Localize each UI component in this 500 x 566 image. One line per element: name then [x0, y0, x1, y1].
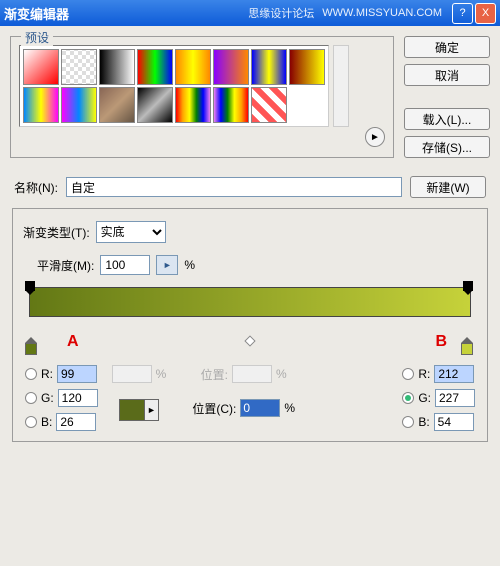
preset-swatch[interactable]: [99, 87, 135, 123]
preset-swatch[interactable]: [23, 49, 59, 85]
cancel-button[interactable]: 取消: [404, 64, 490, 86]
ok-button[interactable]: 确定: [404, 36, 490, 58]
annotation-a: A: [67, 333, 79, 351]
save-button[interactable]: 存储(S)...: [404, 136, 490, 158]
right-rgb: R: G: B:: [402, 365, 475, 431]
preset-group: 预设 ►: [10, 36, 394, 158]
new-button[interactable]: 新建(W): [410, 176, 486, 198]
name-input[interactable]: [66, 177, 402, 197]
close-button[interactable]: X: [475, 3, 496, 24]
right-g-radio[interactable]: [402, 392, 414, 404]
preset-swatch[interactable]: [137, 49, 173, 85]
preset-swatch[interactable]: [23, 87, 59, 123]
right-b-input[interactable]: [434, 413, 474, 431]
position-disabled: [232, 365, 272, 383]
midpoint-diamond[interactable]: [244, 335, 255, 346]
preset-swatch[interactable]: [175, 49, 211, 85]
annotation-b: B: [435, 333, 447, 351]
preset-scrollbar[interactable]: [333, 45, 349, 127]
preset-swatches[interactable]: [19, 45, 329, 127]
position-input[interactable]: [240, 399, 280, 417]
left-g-input[interactable]: [58, 389, 98, 407]
opacity-input-disabled: [112, 365, 152, 383]
opacity-stop-left[interactable]: [25, 281, 37, 295]
left-g-radio[interactable]: [25, 392, 37, 404]
gradient-ramp-area: A B: [23, 287, 477, 347]
preset-swatch[interactable]: [213, 49, 249, 85]
left-r-input[interactable]: [57, 365, 97, 383]
left-b-radio[interactable]: [25, 416, 37, 428]
smoothness-stepper[interactable]: ►: [156, 255, 178, 275]
right-b-radio[interactable]: [402, 416, 414, 428]
color-swatch-button[interactable]: ►: [119, 399, 159, 421]
swatch-arrow-icon: ►: [144, 400, 158, 420]
gradient-type-select[interactable]: 实底: [96, 221, 166, 243]
help-button[interactable]: ?: [452, 3, 473, 24]
titlebar: 渐变编辑器 思缘设计论坛 WWW.MISSYUAN.COM ? X: [0, 0, 500, 26]
preset-swatch[interactable]: [213, 87, 249, 123]
left-r-radio[interactable]: [25, 368, 37, 380]
smoothness-input[interactable]: [100, 255, 150, 275]
color-stop-right[interactable]: [461, 337, 475, 355]
preset-swatch[interactable]: [137, 87, 173, 123]
pct-label: %: [184, 258, 195, 272]
preset-swatch[interactable]: [175, 87, 211, 123]
smoothness-label: 平滑度(M):: [37, 257, 94, 274]
preset-swatch[interactable]: [289, 49, 325, 85]
gradient-ramp[interactable]: [29, 287, 471, 317]
side-buttons: 确定 取消 载入(L)... 存储(S)...: [404, 36, 490, 158]
watermark-1: 思缘设计论坛: [248, 5, 314, 21]
watermark-2: WWW.MISSYUAN.COM: [322, 7, 442, 19]
right-r-input[interactable]: [434, 365, 474, 383]
left-rgb: R: G: B:: [25, 365, 98, 431]
gradient-type-label: 渐变类型(T):: [23, 224, 90, 241]
gradient-group: 渐变类型(T): 实底 平滑度(M): ► % A B R: G: B:: [12, 208, 488, 442]
preset-swatch[interactable]: [251, 49, 287, 85]
name-label: 名称(N):: [14, 179, 58, 196]
right-g-input[interactable]: [435, 389, 475, 407]
preset-swatch[interactable]: [99, 49, 135, 85]
right-r-radio[interactable]: [402, 368, 414, 380]
preset-swatch[interactable]: [251, 87, 287, 123]
preset-menu-button[interactable]: ►: [365, 127, 385, 147]
load-button[interactable]: 载入(L)...: [404, 108, 490, 130]
preset-swatch[interactable]: [61, 49, 97, 85]
preset-label: 预设: [21, 29, 53, 46]
window-title: 渐变编辑器: [4, 4, 248, 23]
position-label: 位置(C):: [192, 400, 236, 417]
color-stop-left[interactable]: [25, 337, 39, 355]
left-b-input[interactable]: [56, 413, 96, 431]
preset-swatch[interactable]: [61, 87, 97, 123]
opacity-stop-right[interactable]: [463, 281, 475, 295]
